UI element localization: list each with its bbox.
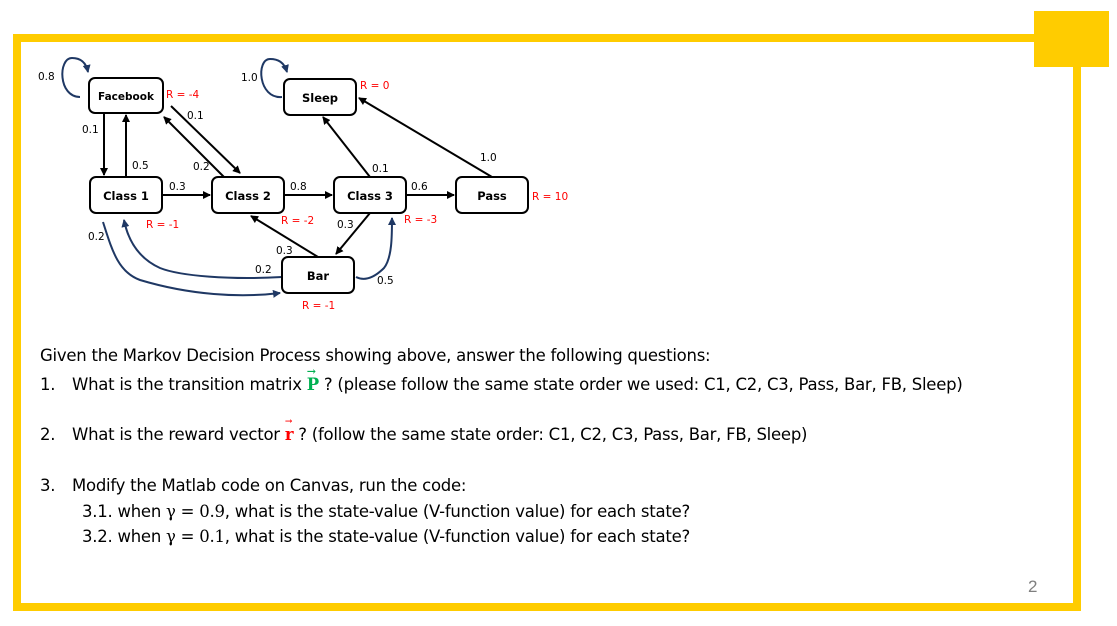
- reward-class1: R = -1: [146, 219, 179, 231]
- edge-class3-sleep: [322, 116, 371, 178]
- prob-class3-pass: 0.6: [411, 181, 428, 193]
- q3-2-prefix: 3.2. when: [82, 527, 167, 546]
- question-3-1: 3.1. when γ = 0.9, what is the state-val…: [82, 502, 690, 521]
- node-bar: Bar: [281, 256, 355, 294]
- reward-sleep: R = 0: [360, 80, 389, 92]
- prob-class3-sleep: 0.1: [372, 163, 389, 175]
- q3-1-math: γ = 0.9: [166, 502, 225, 521]
- prob-class1-class2: 0.3: [169, 181, 186, 193]
- prob-pass-sleep: 1.0: [480, 152, 497, 164]
- q3-2-math: γ = 0.1: [166, 527, 225, 546]
- prob-class3-bar: 0.3: [337, 219, 354, 231]
- svg-text:Class 3: Class 3: [347, 189, 393, 203]
- vector-arrow-icon: →: [306, 365, 316, 378]
- question-1: 1. What is the transition matrix → P ? (pl…: [40, 365, 963, 394]
- mdp-diagram: Facebook Sleep Class 1 Class 2 Class 3 P…: [38, 56, 568, 312]
- reward-class2: R = -2: [281, 215, 314, 227]
- q3-1-suffix: , what is the state-value (V-function va…: [224, 502, 691, 521]
- reward-bar: R = -1: [302, 300, 335, 312]
- reward-pass: R = 10: [532, 191, 568, 203]
- q3-2-suffix: , what is the state-value (V-function va…: [224, 527, 691, 546]
- q1-number: 1.: [40, 375, 56, 394]
- svg-text:Class 2: Class 2: [225, 189, 271, 203]
- edge-class1-bar: [102, 221, 281, 298]
- reward-class3: R = -3: [404, 214, 437, 226]
- prob-class2-facebook: 0.2: [193, 161, 210, 173]
- question-3-2: 3.2. when γ = 0.1, what is the state-val…: [82, 527, 690, 546]
- page-number: 2: [1028, 577, 1038, 596]
- prob-class1-bar: 0.2: [88, 231, 105, 243]
- q3-1-prefix: 3.1. when: [82, 502, 167, 521]
- prob-facebook-class1: 0.1: [82, 124, 99, 136]
- svg-text:Facebook: Facebook: [98, 91, 155, 103]
- svg-text:Bar: Bar: [307, 269, 330, 283]
- vector-p-symbol: → P: [306, 365, 319, 394]
- node-class2: Class 2: [211, 176, 285, 214]
- vector-arrow-icon: →: [284, 417, 293, 427]
- svg-text:Class 1: Class 1: [103, 189, 149, 203]
- q1-after: ? (please follow the same state order we…: [318, 375, 963, 394]
- q2-after: ? (follow the same state order: C1, C2, …: [293, 425, 808, 444]
- svg-text:Sleep: Sleep: [302, 91, 338, 105]
- prob-class1-facebook: 0.5: [132, 160, 149, 172]
- question-3: 3. Modify the Matlab code on Canvas, run …: [40, 476, 466, 495]
- node-class3: Class 3: [333, 176, 407, 214]
- edge-facebook-loop: [61, 56, 91, 98]
- q2-before: What is the reward vector: [72, 425, 285, 444]
- prob-facebook-class2: 0.1: [187, 110, 204, 122]
- svg-text:Pass: Pass: [477, 189, 507, 203]
- node-pass: Pass: [455, 176, 529, 214]
- q3-text: Modify the Matlab code on Canvas, run th…: [72, 476, 467, 495]
- q3-number: 3.: [40, 476, 56, 495]
- q2-number: 2.: [40, 425, 56, 444]
- prob-sleep-loop: 1.0: [241, 72, 258, 84]
- prob-facebook-loop: 0.8: [38, 71, 55, 83]
- node-class1: Class 1: [89, 176, 163, 214]
- intro-text: Given the Markov Decision Process showin…: [40, 346, 711, 365]
- reward-facebook: R = -4: [166, 89, 200, 101]
- node-sleep: Sleep: [283, 78, 357, 116]
- node-facebook: Facebook: [88, 77, 164, 114]
- vector-r-symbol: → r: [284, 417, 294, 444]
- edge-bar-class3: [355, 217, 396, 280]
- prob-bar-class2: 0.3: [276, 245, 293, 257]
- q1-before: What is the transition matrix: [72, 375, 307, 394]
- question-2: 2. What is the reward vector → r ? (follow…: [40, 417, 808, 444]
- prob-bar-class3: 0.5: [377, 275, 394, 287]
- prob-bar-class1: 0.2: [255, 264, 272, 276]
- prob-class2-class3: 0.8: [290, 181, 307, 193]
